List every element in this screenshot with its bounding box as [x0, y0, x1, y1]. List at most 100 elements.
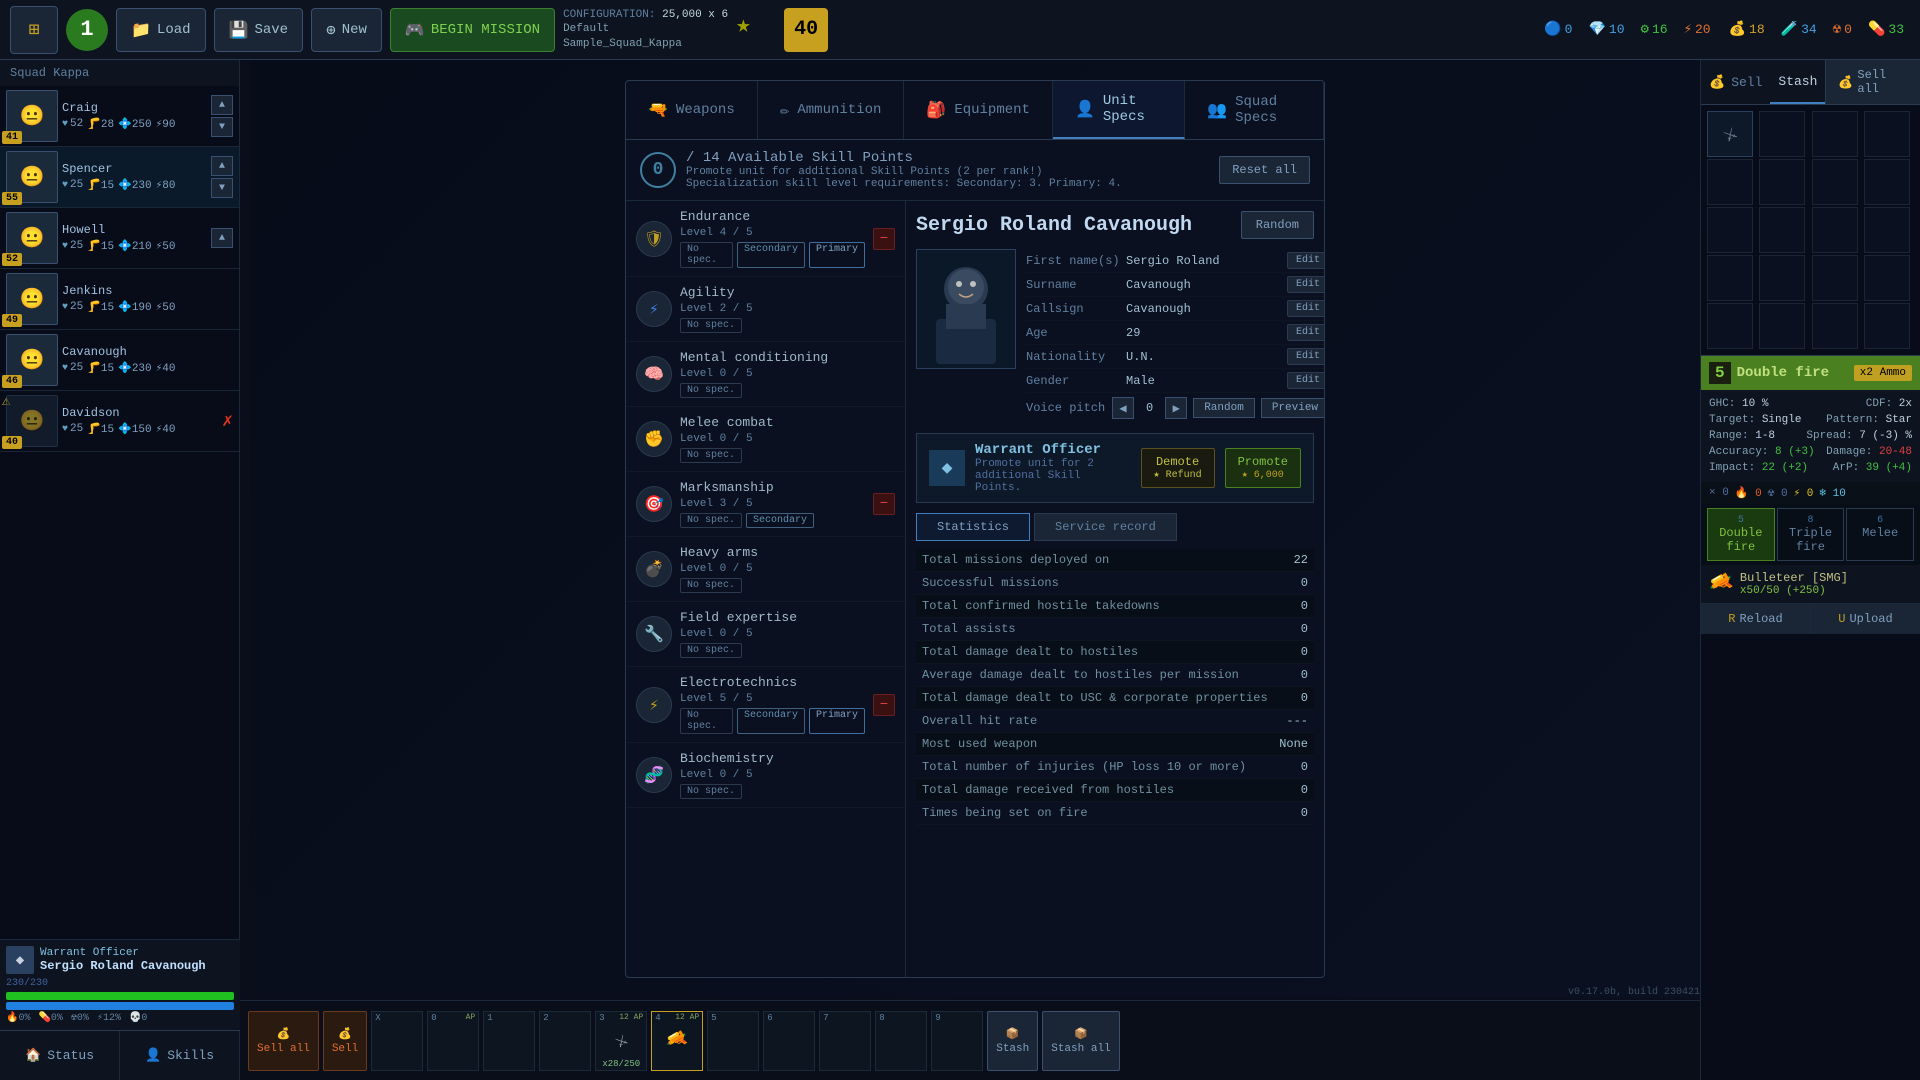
squad-member-cavanough[interactable]: 😐 Cavanough ♥25 🦵15 💠230 ⚡40 46 [0, 330, 239, 391]
stash-slot-18[interactable] [1812, 303, 1858, 349]
stash-slot-10[interactable] [1812, 207, 1858, 253]
stash-slot-7[interactable] [1864, 159, 1910, 205]
stash-slot-5[interactable] [1759, 159, 1805, 205]
upload-button[interactable]: U Upload [1811, 604, 1920, 634]
new-button[interactable]: ⊕ New [311, 8, 382, 52]
member-up-howell[interactable]: ▲ [211, 228, 233, 248]
stash-button[interactable]: 📦 Stash [987, 1011, 1038, 1071]
squad-member-craig[interactable]: 😐 Craig ♥52 🦵28 💠250 ⚡90 ▲ ▼ 41 [0, 86, 239, 147]
equip-slot-6[interactable]: 5 [707, 1011, 759, 1071]
squad-member-jenkins[interactable]: 😐 Jenkins ♥25 🦵15 💠190 ⚡50 49 [0, 269, 239, 330]
save-button[interactable]: 💾 Save [214, 8, 304, 52]
stash-icon: 📦 [1006, 1027, 1020, 1041]
skills-column: 🛡 Endurance Level 4 / 5 No spec. Seconda… [626, 201, 906, 977]
stash-slot-4[interactable] [1707, 159, 1753, 205]
sell-all-stash-button[interactable]: 💰 Sell all [1825, 60, 1920, 104]
weapon-stats: GHC: 10 %CDF: 2x Target: SinglePattern: … [1701, 390, 1920, 482]
voice-random-button[interactable]: Random [1193, 398, 1255, 418]
stash-slot-8[interactable] [1707, 207, 1753, 253]
member-down-craig[interactable]: ▼ [211, 117, 233, 137]
voice-preview-button[interactable]: Preview [1261, 398, 1324, 418]
sell-all-equip-button[interactable]: 💰 Sell all [248, 1011, 319, 1071]
stash-slot-14[interactable] [1812, 255, 1858, 301]
tab-equipment[interactable]: 🎒 Equipment [904, 81, 1053, 139]
edit-surname-button[interactable]: Edit [1287, 276, 1324, 293]
random-name-button[interactable]: Random [1241, 211, 1314, 239]
sell-equip-button[interactable]: 💰 Sell [323, 1011, 367, 1071]
stash-slot-11[interactable] [1864, 207, 1910, 253]
reload-button[interactable]: R Reload [1701, 604, 1811, 634]
equip-slot-2[interactable]: 1 [483, 1011, 535, 1071]
stash-slot-2[interactable] [1812, 111, 1858, 157]
stash-slot-19[interactable] [1864, 303, 1910, 349]
sell-tab[interactable]: 💰 Sell [1701, 60, 1770, 104]
skills-nav-button[interactable]: 👤 Skills [120, 1031, 240, 1080]
tab-unit-specs[interactable]: 👤 Unit Specs [1053, 81, 1185, 139]
edit-firstname-button[interactable]: Edit [1287, 252, 1324, 269]
stash-slot-15[interactable] [1864, 255, 1910, 301]
stash-slot-1[interactable] [1759, 111, 1805, 157]
begin-mission-button[interactable]: 🎮 BEGIN MISSION [390, 8, 555, 52]
equip-slot-10[interactable]: 9 [931, 1011, 983, 1071]
voice-next-button[interactable]: ▶ [1165, 397, 1187, 419]
tab-statistics[interactable]: Statistics [916, 513, 1030, 541]
demote-button[interactable]: Demote ★ Refund [1141, 448, 1215, 488]
stash-all-button[interactable]: 📦 Stash all [1042, 1011, 1119, 1071]
member-up-craig[interactable]: ▲ [211, 95, 233, 115]
tab-weapons[interactable]: 🔫 Weapons [626, 81, 758, 139]
field-surname: Surname Cavanough Edit [1026, 273, 1324, 297]
equip-slot-3[interactable]: 2 [539, 1011, 591, 1071]
stash-sell-bar: 💰 Sell Stash 💰 Sell all [1701, 60, 1920, 105]
edit-nationality-button[interactable]: Edit [1287, 348, 1324, 365]
electro-minus-button[interactable]: − [873, 694, 895, 716]
mode-triple-fire[interactable]: 8 Triple fire [1777, 508, 1845, 561]
equip-slot-7[interactable]: 6 [763, 1011, 815, 1071]
stash-slot-6[interactable] [1812, 159, 1858, 205]
stash-slot-12[interactable] [1707, 255, 1753, 301]
voice-prev-button[interactable]: ◀ [1112, 397, 1134, 419]
mode-double-fire[interactable]: 5 Double fire [1707, 508, 1775, 561]
member-up-spencer[interactable]: ▲ [211, 156, 233, 176]
squad-member-howell[interactable]: 😐 Howell ♥25 🦵15 💠210 ⚡50 ▲ 52 [0, 208, 239, 269]
stash-slot-0[interactable]: ⚔ [1707, 111, 1753, 157]
topbar: ⊞ 1 📁 Load 💾 Save ⊕ New 🎮 BEGIN MISSION … [0, 0, 1920, 60]
marksmanship-minus-button[interactable]: − [873, 493, 895, 515]
stash-slot-9[interactable] [1759, 207, 1805, 253]
squad-member-davidson[interactable]: ⚠ 😐 Davidson ♥25 🦵15 💠150 ⚡40 ✗ 40 [0, 391, 239, 452]
edit-callsign-button[interactable]: Edit [1287, 300, 1324, 317]
stash-tab[interactable]: Stash [1770, 60, 1825, 104]
tab-ammunition[interactable]: ✏ Ammunition [758, 81, 905, 139]
equip-slot-1[interactable]: 0 AP [427, 1011, 479, 1071]
unit-rank-name: Sergio Roland Cavanough [40, 959, 206, 973]
equip-slot-8[interactable]: 7 [819, 1011, 871, 1071]
promote-button[interactable]: Promote ★ 6,000 [1225, 448, 1301, 488]
endurance-minus-button[interactable]: − [873, 228, 895, 250]
stash-slot-17[interactable] [1759, 303, 1805, 349]
level-jenkins: 49 [2, 314, 22, 327]
member-name-howell: Howell [62, 223, 207, 237]
content-window: 🔫 Weapons ✏ Ammunition 🎒 Equipment 👤 Uni… [625, 80, 1325, 978]
equip-slot-4[interactable]: 3 12 AP ⚔ x28/250 [595, 1011, 647, 1071]
stash-slot-3[interactable] [1864, 111, 1910, 157]
stash-slot-13[interactable] [1759, 255, 1805, 301]
load-button[interactable]: 📁 Load [116, 8, 206, 52]
tab-service-record[interactable]: Service record [1034, 513, 1177, 541]
reset-all-button[interactable]: Reset all [1219, 156, 1310, 184]
equip-slot-9[interactable]: 8 [875, 1011, 927, 1071]
unit-name-header: Sergio Roland Cavanough Random [916, 211, 1314, 239]
home-button[interactable]: ⊞ [10, 6, 58, 54]
field-nationality: Nationality U.N. Edit [1026, 345, 1324, 369]
stash-slot-16[interactable] [1707, 303, 1753, 349]
mode-melee[interactable]: 6 Melee [1846, 508, 1914, 561]
status-nav-button[interactable]: 🏠 Status [0, 1031, 120, 1080]
tab-squad-specs[interactable]: 👥 Squad Specs [1185, 81, 1324, 139]
stats-tabs: Statistics Service record [916, 513, 1314, 541]
squad-member-spencer[interactable]: 😐 Spencer ♥25 🦵15 💠230 ⚡80 ▲ ▼ 55 [0, 147, 239, 208]
equip-slot-5[interactable]: 4 12 AP 🔫 [651, 1011, 703, 1071]
member-down-spencer[interactable]: ▼ [211, 178, 233, 198]
edit-age-button[interactable]: Edit [1287, 324, 1324, 341]
skill-electro: ⚡ Electrotechnics Level 5 / 5 No spec. S… [626, 667, 905, 743]
equip-slot-0[interactable]: X [371, 1011, 423, 1071]
favorite-button[interactable]: ★ [736, 10, 776, 50]
edit-gender-button[interactable]: Edit [1287, 372, 1324, 389]
